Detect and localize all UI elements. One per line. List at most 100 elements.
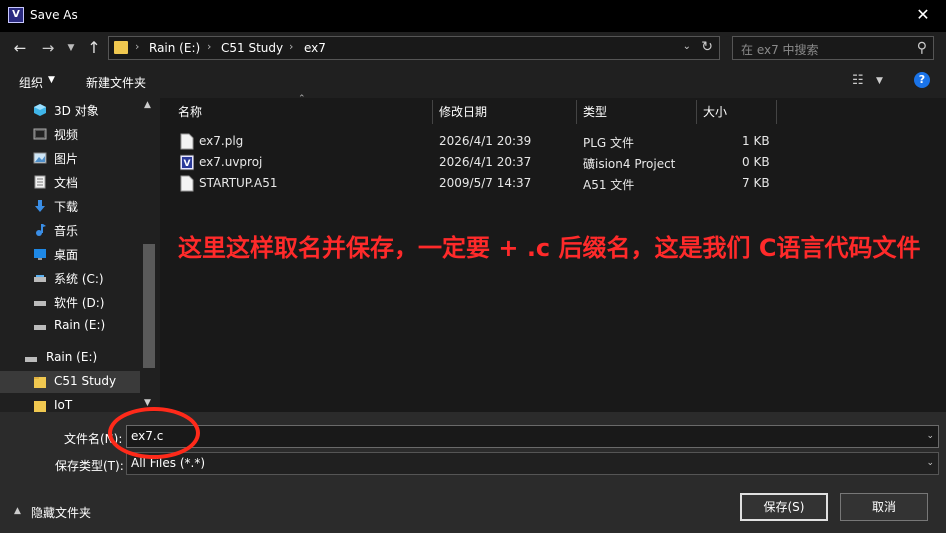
file-type: PLG 文件 — [583, 136, 635, 150]
view-options-icon[interactable]: ☷ — [852, 73, 864, 88]
search-icon[interactable]: ⚲ — [917, 40, 927, 56]
collapse-chevron-icon[interactable]: ▲ — [14, 506, 21, 516]
folder-icon — [34, 377, 46, 388]
filetype-label: 保存类型(T): — [55, 459, 124, 473]
nav-item-drive-c[interactable]: 系统 (C:) — [0, 267, 140, 289]
filename-input[interactable]: ex7.c ⌄ — [126, 425, 939, 448]
file-list[interactable]: ⌃ 名称 修改日期 类型 大小 ex7.plg 2026/4/1 20:39 P… — [160, 94, 946, 412]
nav-item-desktop[interactable]: 桌面 — [0, 243, 140, 265]
column-header-type[interactable]: 类型 — [583, 98, 607, 126]
nav-item-label: 3D 对象 — [54, 104, 99, 118]
file-modified: 2026/4/1 20:37 — [439, 155, 532, 169]
nav-item-label: IoT — [54, 398, 73, 412]
file-size: 7 KB — [742, 176, 770, 190]
nav-item-drive-e[interactable]: Rain (E:) — [0, 315, 140, 337]
breadcrumb-item-rain[interactable]: Rain (E:) — [149, 41, 200, 55]
navigation-pane: 3D 对象 视频 图片 文档 下载 音乐 桌面 系统 (C:) 软件 (D:) … — [0, 98, 158, 412]
nav-item-label: Rain (E:) — [46, 350, 98, 364]
file-name: ex7.uvproj — [199, 155, 263, 169]
hide-folders-button[interactable]: 隐藏文件夹 — [31, 504, 91, 521]
drive-icon — [34, 275, 46, 282]
filename-dropdown-chevron-icon[interactable]: ⌄ — [926, 426, 934, 447]
file-size: 0 KB — [742, 155, 770, 169]
file-row[interactable]: ex7.plg 2026/4/1 20:39 PLG 文件 1 KB — [160, 131, 780, 152]
breadcrumb-item-ex7[interactable]: ex7 — [304, 41, 326, 55]
address-dropdown-chevron-icon[interactable]: ⌄ — [683, 41, 691, 52]
filetype-dropdown-chevron-icon[interactable]: ⌄ — [926, 453, 934, 474]
nav-pane-scrollbar[interactable]: ▲ ▼ — [140, 98, 158, 412]
folder-icon — [114, 41, 128, 54]
nav-item-iot[interactable]: IoT — [0, 395, 140, 412]
file-modified: 2009/5/7 14:37 — [439, 176, 532, 190]
folder-icon — [34, 401, 46, 412]
file-row[interactable]: V ex7.uvproj 2026/4/1 20:37 礦ision4 Proj… — [160, 152, 780, 173]
column-divider[interactable] — [696, 100, 697, 124]
column-divider[interactable] — [576, 100, 577, 124]
documents-icon — [34, 175, 46, 189]
organize-button[interactable]: 组织 — [19, 74, 43, 91]
nav-item-drive-e-root[interactable]: Rain (E:) — [0, 347, 140, 369]
3d-objects-icon — [34, 104, 46, 116]
drive-icon — [34, 325, 46, 330]
nav-item-pictures[interactable]: 图片 — [0, 147, 140, 169]
scrollbar-thumb[interactable] — [143, 244, 155, 368]
breadcrumb-item-c51-study[interactable]: C51 Study — [221, 41, 283, 55]
scroll-up-icon[interactable]: ▲ — [144, 100, 151, 110]
new-folder-button[interactable]: 新建文件夹 — [86, 74, 146, 91]
breadcrumb-chevron-icon[interactable]: › — [135, 40, 139, 53]
search-input[interactable]: 在 ex7 中搜索 — [741, 41, 819, 58]
file-name: ex7.plg — [199, 134, 244, 148]
breadcrumb-chevron-icon[interactable]: › — [289, 40, 293, 53]
view-dropdown-icon[interactable]: ▼ — [876, 76, 883, 86]
nav-item-label: 系统 (C:) — [54, 272, 104, 286]
nav-item-label: 桌面 — [54, 248, 79, 262]
close-button[interactable]: ✕ — [900, 0, 946, 32]
nav-item-label: 音乐 — [54, 224, 79, 238]
search-box[interactable]: 在 ex7 中搜索 ⚲ — [732, 36, 934, 60]
nav-item-downloads[interactable]: 下载 — [0, 195, 140, 217]
uvision-app-icon: V — [8, 7, 24, 23]
navigation-bar: ← → ▼ ↑ › Rain (E:) › C51 Study › ex7 ⌄ … — [0, 32, 946, 64]
refresh-icon[interactable]: ↻ — [701, 39, 713, 55]
file-type: A51 文件 — [583, 178, 635, 192]
forward-button[interactable]: → — [38, 38, 58, 58]
nav-item-video[interactable]: 视频 — [0, 123, 140, 145]
up-button[interactable]: ↑ — [84, 38, 104, 58]
breadcrumb-chevron-icon[interactable]: › — [207, 40, 211, 53]
address-bar[interactable]: › Rain (E:) › C51 Study › ex7 ⌄ ↻ — [108, 36, 720, 60]
nav-item-c51-study[interactable]: C51 Study — [0, 371, 140, 393]
tutorial-annotation: 这里这样取名并保存，一定要 + .c 后缀名，这是我们 C语言代码文件 — [178, 234, 921, 262]
nav-item-music[interactable]: 音乐 — [0, 219, 140, 241]
nav-item-documents[interactable]: 文档 — [0, 171, 140, 193]
nav-item-label: 软件 (D:) — [54, 296, 105, 310]
file-row[interactable]: STARTUP.A51 2009/5/7 14:37 A51 文件 7 KB — [160, 173, 780, 194]
nav-item-label: 下载 — [54, 200, 79, 214]
nav-item-drive-d[interactable]: 软件 (D:) — [0, 291, 140, 313]
uvision-icon: V — [180, 154, 194, 171]
recent-locations-chevron-icon[interactable]: ▼ — [64, 38, 78, 58]
highlight-circle — [108, 407, 200, 459]
organize-dropdown-icon[interactable]: ▼ — [48, 75, 55, 85]
back-button[interactable]: ← — [10, 38, 30, 58]
sort-ascending-icon: ⌃ — [298, 94, 306, 104]
music-icon — [36, 224, 46, 236]
nav-item-3d-objects[interactable]: 3D 对象 — [0, 99, 140, 121]
column-header-name[interactable]: 名称 — [178, 98, 202, 126]
desktop-icon — [34, 249, 46, 260]
column-header-size[interactable]: 大小 — [703, 98, 727, 126]
nav-item-label: 视频 — [54, 128, 79, 142]
help-icon[interactable]: ? — [914, 72, 930, 88]
file-name: STARTUP.A51 — [199, 176, 278, 190]
nav-item-label: 文档 — [54, 176, 79, 190]
filetype-select[interactable]: All Files (*.*) ⌄ — [126, 452, 939, 475]
drive-icon — [25, 357, 37, 362]
title-bar: V Save As ✕ — [0, 0, 946, 32]
pictures-icon — [33, 152, 47, 164]
file-icon — [180, 133, 194, 150]
save-button[interactable]: 保存(S) — [740, 493, 828, 521]
video-icon — [33, 128, 47, 140]
column-divider[interactable] — [776, 100, 777, 124]
column-divider[interactable] — [432, 100, 433, 124]
cancel-button[interactable]: 取消 — [840, 493, 928, 521]
column-header-modified[interactable]: 修改日期 — [439, 98, 487, 126]
